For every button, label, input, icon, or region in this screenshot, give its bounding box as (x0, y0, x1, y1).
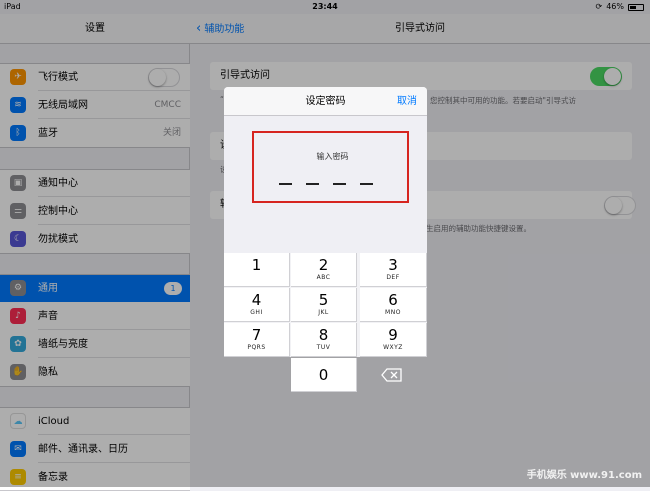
passcode-digit-slot (306, 183, 319, 185)
key-3[interactable]: 3 DEF (360, 253, 427, 287)
passcode-digit-slot (333, 183, 346, 185)
dialog-header: 设定密码 取消 (224, 87, 427, 116)
key-8[interactable]: 8 TUV (291, 323, 357, 357)
delete-key[interactable] (372, 363, 412, 387)
passcode-area: 输入密码 (224, 116, 427, 253)
passcode-highlight: 输入密码 (252, 131, 409, 203)
key-0[interactable]: 0 (291, 358, 357, 392)
watermark: 手机娱乐 www.91.com (526, 470, 642, 481)
backspace-icon (381, 368, 402, 382)
passcode-digit-slot (360, 183, 373, 185)
key-4[interactable]: 4 GHI (224, 288, 290, 322)
key-9[interactable]: 9 WXYZ (360, 323, 427, 357)
key-5[interactable]: 5 JKL (291, 288, 357, 322)
key-1[interactable]: 1 (224, 253, 290, 287)
passcode-digit-slot (279, 183, 292, 185)
key-7[interactable]: 7 PQRS (224, 323, 290, 357)
passcode-prompt: 输入密码 (316, 152, 349, 161)
cancel-button[interactable]: 取消 (397, 87, 417, 116)
key-2[interactable]: 2 ABC (291, 253, 357, 287)
key-6[interactable]: 6 MNO (360, 288, 427, 322)
